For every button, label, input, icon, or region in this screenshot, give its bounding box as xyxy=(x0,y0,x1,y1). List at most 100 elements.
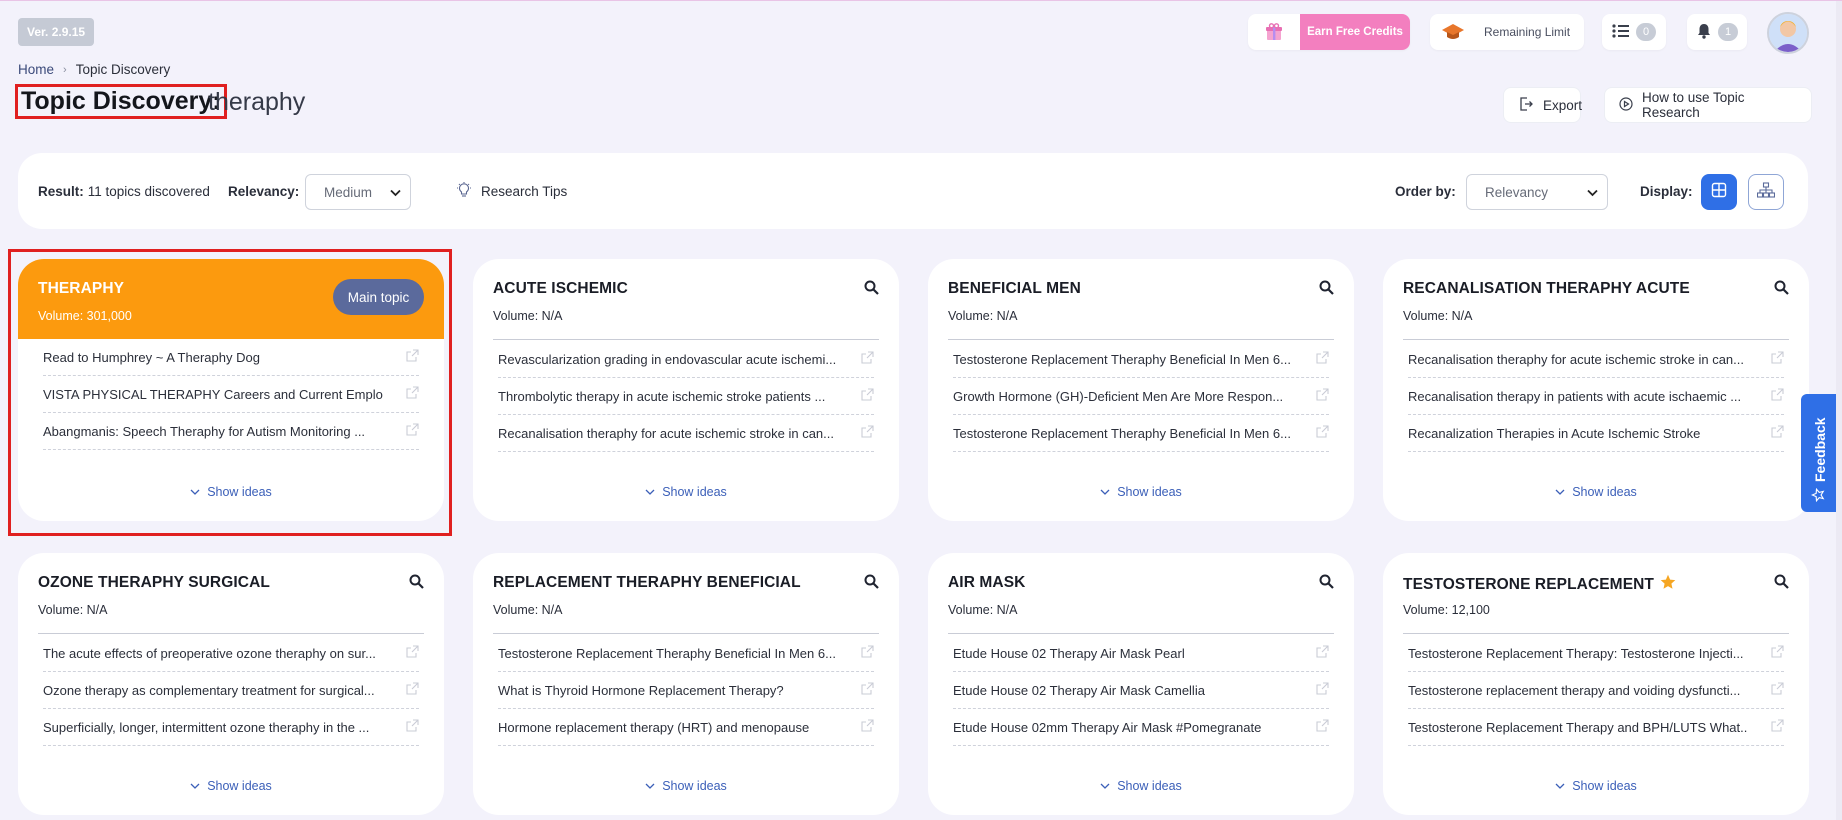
idea-title: Recanalisation therapy in patients with … xyxy=(1408,388,1742,404)
external-link-icon[interactable] xyxy=(406,645,419,661)
tree-view-button[interactable] xyxy=(1748,174,1784,210)
research-tips-link[interactable]: Research Tips xyxy=(456,153,567,229)
external-link-icon[interactable] xyxy=(1316,425,1329,441)
show-ideas-button[interactable]: Show ideas xyxy=(928,779,1354,793)
idea-item[interactable]: Superficially, longer, intermittent ozon… xyxy=(43,709,419,746)
external-link-icon[interactable] xyxy=(1771,425,1784,441)
external-link-icon[interactable] xyxy=(1771,682,1784,698)
external-link-icon[interactable] xyxy=(861,351,874,367)
relevancy-select[interactable]: Medium xyxy=(305,174,411,210)
idea-item[interactable]: What is Thyroid Hormone Replacement Ther… xyxy=(498,672,874,709)
export-button[interactable]: Export xyxy=(1503,87,1582,123)
search-icon[interactable] xyxy=(1319,574,1334,594)
order-by-value: Relevancy xyxy=(1485,184,1549,200)
grid-view-button[interactable] xyxy=(1701,174,1737,210)
topic-card[interactable]: AIR MASK Volume: N/A Etude House 02 Ther… xyxy=(928,553,1354,815)
external-link-icon[interactable] xyxy=(861,425,874,441)
search-icon[interactable] xyxy=(864,280,879,300)
external-link-icon[interactable] xyxy=(1316,645,1329,661)
how-to-use-button[interactable]: How to use Topic Research xyxy=(1604,87,1812,123)
external-link-icon[interactable] xyxy=(1316,682,1329,698)
user-avatar[interactable] xyxy=(1767,12,1809,54)
external-link-icon[interactable] xyxy=(1316,351,1329,367)
search-icon[interactable] xyxy=(1774,574,1789,594)
idea-title: The acute effects of preoperative ozone … xyxy=(43,645,376,661)
idea-item[interactable]: Recanalization Therapies in Acute Ischem… xyxy=(1408,415,1784,452)
notifications-button[interactable]: 1 xyxy=(1687,14,1747,50)
feedback-tab[interactable]: Feedback xyxy=(1801,394,1839,512)
show-ideas-button[interactable]: Show ideas xyxy=(473,485,899,499)
idea-item[interactable]: Recanalisation theraphy for acute ischem… xyxy=(498,415,874,452)
earn-credits-button[interactable]: Earn Free Credits xyxy=(1248,14,1410,50)
external-link-icon[interactable] xyxy=(406,682,419,698)
idea-item[interactable]: Recanalisation theraphy for acute ischem… xyxy=(1408,341,1784,378)
play-circle-icon xyxy=(1619,96,1633,114)
idea-title: Testosterone Replacement Therapy and BPH… xyxy=(1408,719,1748,735)
external-link-icon[interactable] xyxy=(1771,388,1784,404)
show-ideas-button[interactable]: Show ideas xyxy=(18,779,444,793)
divider xyxy=(493,633,879,634)
idea-item[interactable]: Revascularization grading in endovascula… xyxy=(498,341,874,378)
chevron-down-icon xyxy=(1587,185,1598,200)
idea-item[interactable]: Etude House 02mm Therapy Air Mask #Pomeg… xyxy=(953,709,1329,746)
idea-item[interactable]: Recanalisation therapy in patients with … xyxy=(1408,378,1784,415)
search-icon[interactable] xyxy=(409,574,424,594)
external-link-icon[interactable] xyxy=(1771,645,1784,661)
external-link-icon[interactable] xyxy=(406,719,419,735)
topic-card[interactable]: RECANALISATION THERAPHY ACUTE Volume: N/… xyxy=(1383,259,1809,521)
topic-title: BENEFICIAL MEN xyxy=(948,280,1081,297)
external-link-icon[interactable] xyxy=(861,388,874,404)
idea-title: What is Thyroid Hormone Replacement Ther… xyxy=(498,682,784,698)
topic-card[interactable]: OZONE THERAPHY SURGICAL Volume: N/A The … xyxy=(18,553,444,815)
external-link-icon[interactable] xyxy=(1771,351,1784,367)
search-icon[interactable] xyxy=(1319,280,1334,300)
show-ideas-button[interactable]: Show ideas xyxy=(928,485,1354,499)
idea-item[interactable]: Etude House 02 Therapy Air Mask Pearl xyxy=(953,635,1329,672)
external-link-icon[interactable] xyxy=(1316,719,1329,735)
topic-card[interactable]: TESTOSTERONE REPLACEMENT Volume: 12,100 … xyxy=(1383,553,1809,815)
search-icon[interactable] xyxy=(864,574,879,594)
show-ideas-button[interactable]: Show ideas xyxy=(473,779,899,793)
list-icon xyxy=(1612,23,1630,41)
idea-item[interactable]: Testosterone Replacement Theraphy Benefi… xyxy=(953,415,1329,452)
topic-card[interactable]: BENEFICIAL MEN Volume: N/A Testosterone … xyxy=(928,259,1354,521)
lightbulb-icon xyxy=(456,181,472,201)
idea-title: Thrombolytic therapy in acute ischemic s… xyxy=(498,388,826,404)
idea-title: Recanalisation theraphy for acute ischem… xyxy=(1408,351,1745,367)
idea-item[interactable]: Hormone replacement therapy (HRT) and me… xyxy=(498,709,874,746)
breadcrumb-home-link[interactable]: Home xyxy=(18,62,54,77)
show-ideas-button[interactable]: Show ideas xyxy=(1383,779,1809,793)
idea-item[interactable]: The acute effects of preoperative ozone … xyxy=(43,635,419,672)
external-link-icon[interactable] xyxy=(861,719,874,735)
task-list-button[interactable]: 0 xyxy=(1602,14,1666,50)
idea-item[interactable]: Testosterone Replacement Theraphy Benefi… xyxy=(498,635,874,672)
idea-item[interactable]: Growth Hormone (GH)-Deficient Men Are Mo… xyxy=(953,378,1329,415)
external-link-icon[interactable] xyxy=(1771,719,1784,735)
idea-item[interactable]: Testosterone Replacement Theraphy Benefi… xyxy=(953,341,1329,378)
external-link-icon[interactable] xyxy=(1316,388,1329,404)
topic-card[interactable]: REPLACEMENT THERAPHY BENEFICIAL Volume: … xyxy=(473,553,899,815)
idea-item[interactable]: Ozone therapy as complementary treatment… xyxy=(43,672,419,709)
order-by-select[interactable]: Relevancy xyxy=(1466,174,1608,210)
show-ideas-label: Show ideas xyxy=(1117,779,1182,793)
chevron-down-icon xyxy=(645,485,655,499)
idea-item[interactable]: Etude House 02 Therapy Air Mask Camellia xyxy=(953,672,1329,709)
star-outline-icon xyxy=(1810,487,1828,503)
page-title-query: theraphy xyxy=(208,88,306,116)
external-link-icon[interactable] xyxy=(861,682,874,698)
remaining-limit-button[interactable]: Remaining Limit xyxy=(1430,14,1584,50)
idea-item[interactable]: Testosterone Replacement Therapy: Testos… xyxy=(1408,635,1784,672)
topic-title: RECANALISATION THERAPHY ACUTE xyxy=(1403,280,1690,297)
scrollbar[interactable] xyxy=(1836,1,1842,820)
topic-card[interactable]: ACUTE ISCHEMIC Volume: N/A Revasculariza… xyxy=(473,259,899,521)
show-ideas-label: Show ideas xyxy=(207,779,272,793)
search-icon[interactable] xyxy=(1774,280,1789,300)
feedback-label: Feedback xyxy=(1811,417,1828,482)
idea-item[interactable]: Testosterone replacement therapy and voi… xyxy=(1408,672,1784,709)
topic-volume: Volume: 12,100 xyxy=(1403,603,1490,617)
show-ideas-button[interactable]: Show ideas xyxy=(1383,485,1809,499)
idea-title: Growth Hormone (GH)-Deficient Men Are Mo… xyxy=(953,388,1284,404)
idea-item[interactable]: Testosterone Replacement Therapy and BPH… xyxy=(1408,709,1784,746)
idea-item[interactable]: Thrombolytic therapy in acute ischemic s… xyxy=(498,378,874,415)
external-link-icon[interactable] xyxy=(861,645,874,661)
